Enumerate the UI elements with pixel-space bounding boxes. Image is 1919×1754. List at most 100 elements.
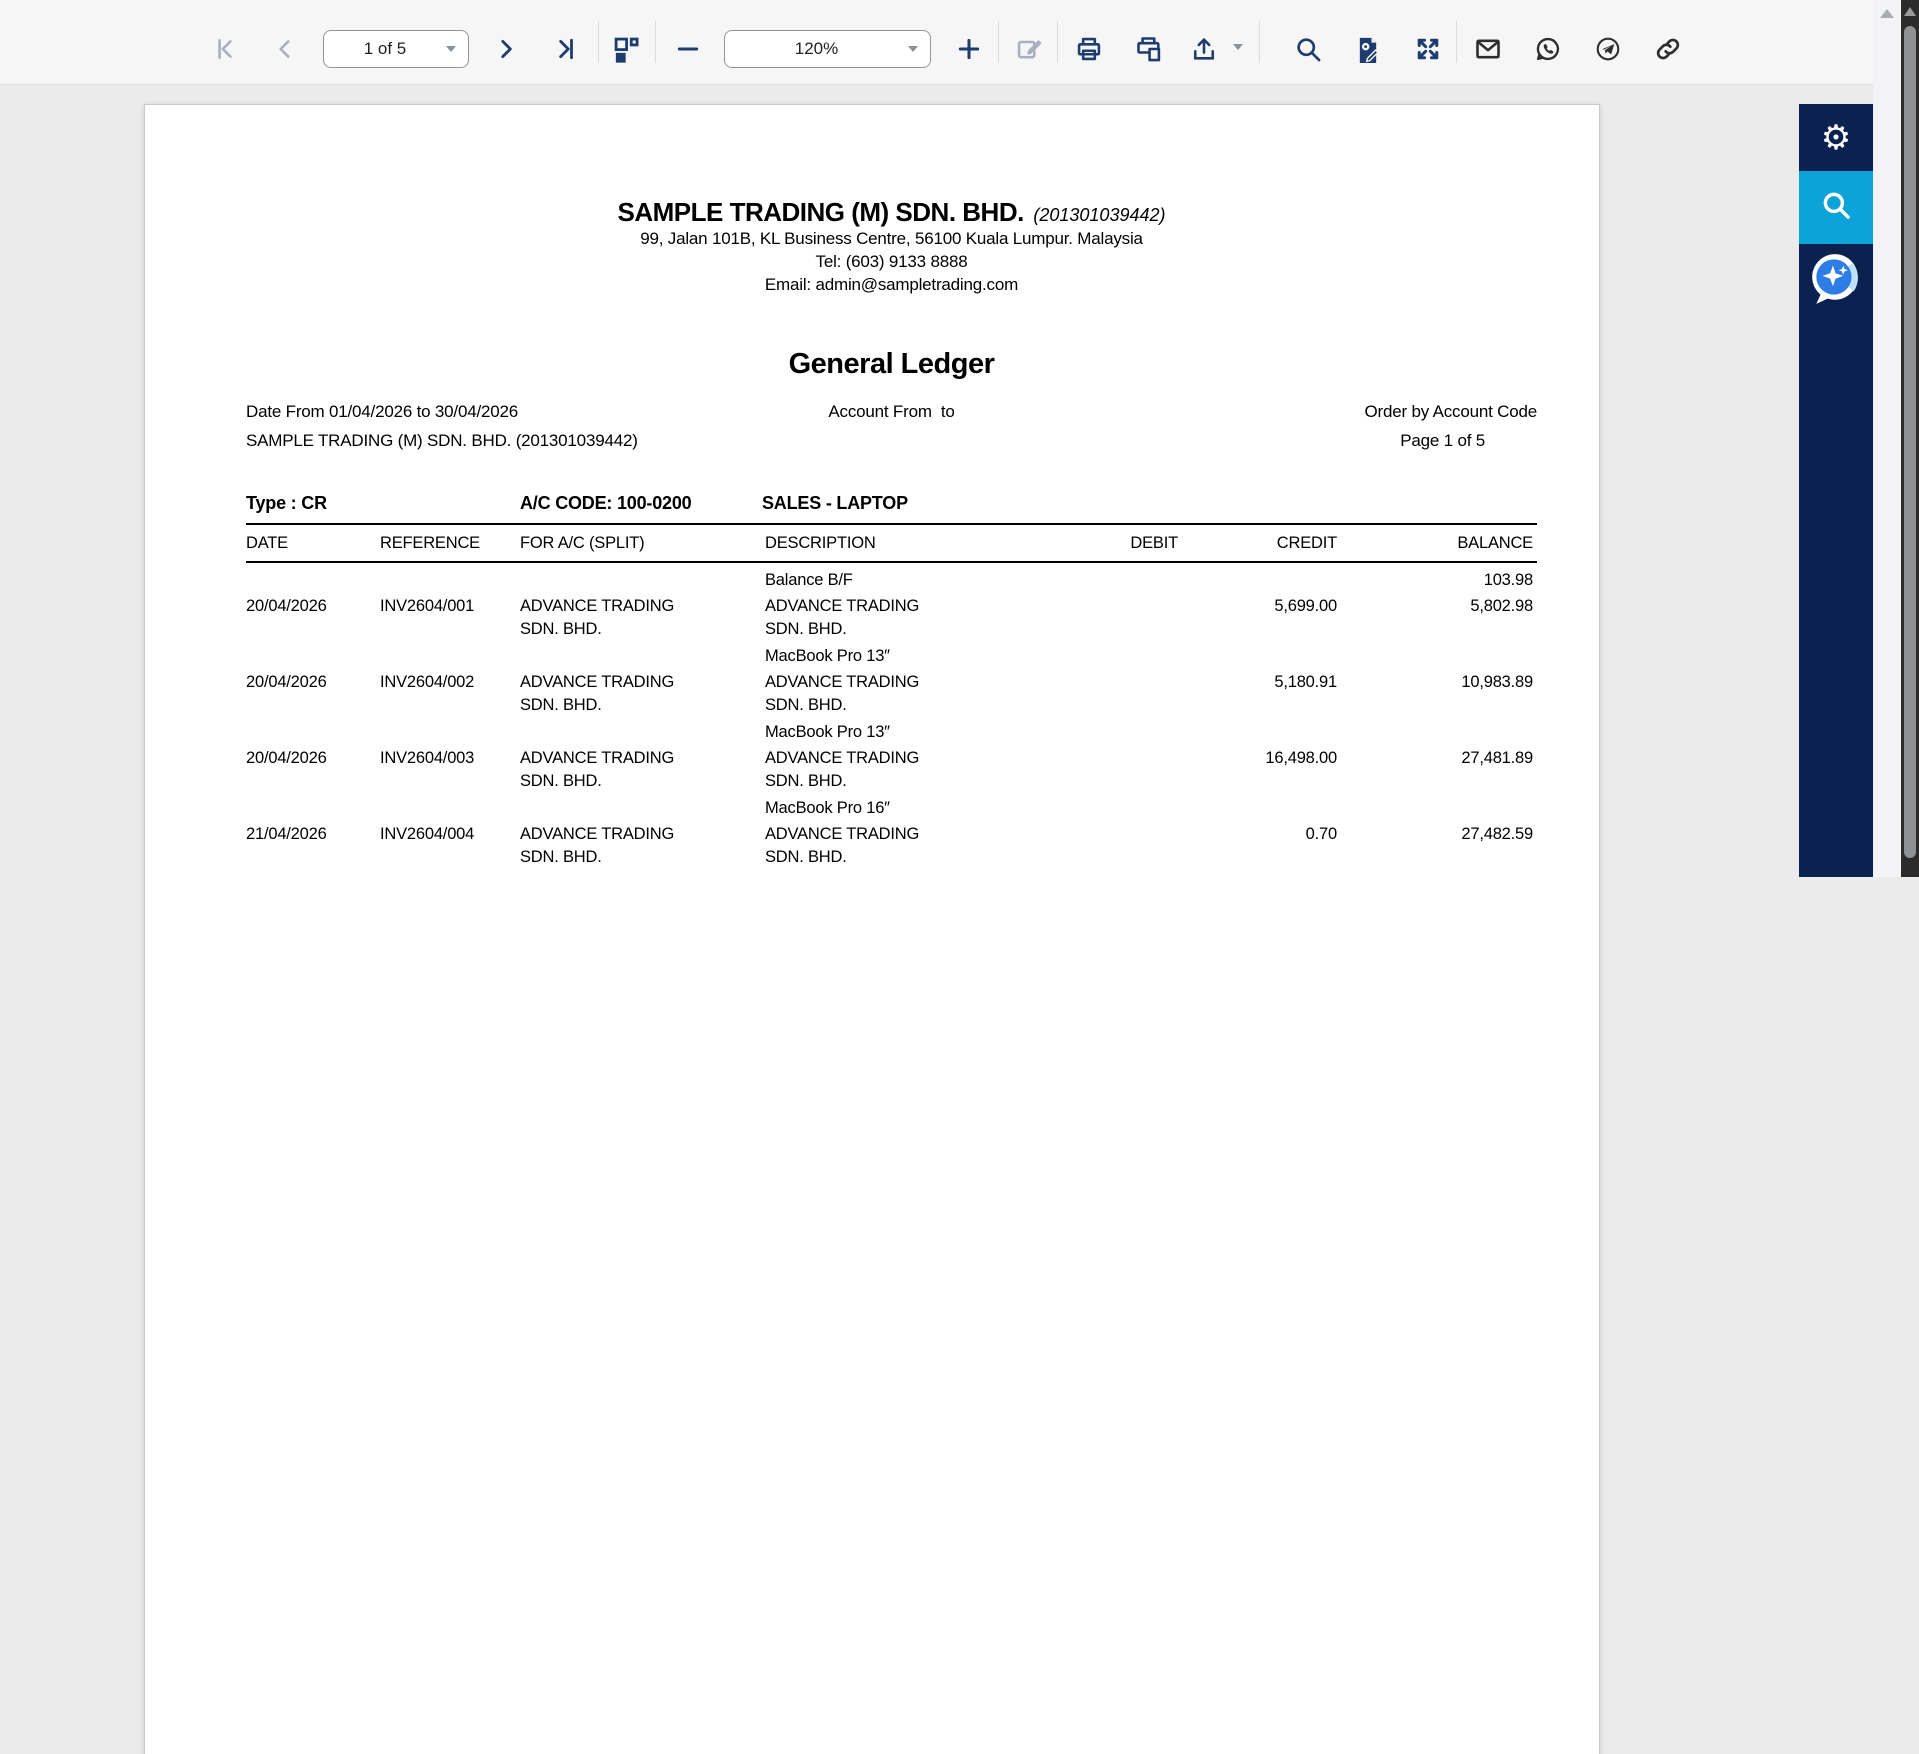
copy-link-button[interactable] bbox=[1649, 30, 1687, 68]
chevron-down-icon bbox=[446, 46, 456, 52]
toolbar-separator bbox=[598, 21, 599, 63]
page-number-value: 1 of 5 bbox=[363, 39, 407, 58]
minus-icon bbox=[675, 36, 701, 62]
cell-item: MacBook Pro 13″ bbox=[765, 723, 890, 741]
next-page-button[interactable] bbox=[487, 30, 525, 68]
print-button[interactable] bbox=[1070, 30, 1108, 68]
cell-item: MacBook Pro 16″ bbox=[765, 799, 890, 817]
search-button[interactable] bbox=[1289, 30, 1327, 68]
report-page-info: Page 1 of 5 bbox=[1400, 431, 1485, 450]
account-section-header: Type : CR A/C CODE: 100-0200 SALES - LAP… bbox=[246, 493, 1537, 514]
company-name: SAMPLE TRADING (M) SDN. BHD. bbox=[617, 197, 1025, 227]
toolbar-separator bbox=[998, 21, 999, 63]
chevron-down-icon bbox=[908, 46, 918, 52]
sidebar-search-button[interactable] bbox=[1799, 171, 1873, 244]
company-header: SAMPLE TRADING (M) SDN. BHD. (2013010394… bbox=[246, 199, 1537, 227]
account-type: Type : CR bbox=[246, 493, 327, 513]
scroll-up-arrow[interactable] bbox=[1880, 9, 1894, 18]
cell-split: ADVANCE TRADING SDN. BHD. bbox=[520, 673, 675, 714]
fullscreen-button[interactable] bbox=[1409, 30, 1447, 68]
column-header-split: FOR A/C (SPLIT) bbox=[520, 534, 645, 552]
cell-balance: 5,802.98 bbox=[1470, 597, 1533, 615]
report-date-range: Date From 01/04/2026 to 30/04/2026 bbox=[246, 402, 519, 421]
ai-chat-sparkle-icon bbox=[1807, 250, 1865, 313]
sidebar-ai-assistant-button[interactable] bbox=[1799, 244, 1873, 318]
cell-balance: 10,983.89 bbox=[1461, 673, 1533, 691]
report-account-range: Account From to bbox=[828, 402, 955, 421]
last-page-button[interactable] bbox=[546, 30, 584, 68]
chevron-right-icon bbox=[493, 36, 519, 62]
report-company-line: SAMPLE TRADING (M) SDN. BHD. (2013010394… bbox=[246, 431, 638, 450]
cell-item: MacBook Pro 13″ bbox=[765, 647, 890, 665]
column-header-date: DATE bbox=[246, 534, 288, 552]
table-row: 20/04/2026 INV2604/001 ADVANCE TRADING SDN… bbox=[246, 595, 1537, 668]
cell-split: ADVANCE TRADING SDN. BHD. bbox=[520, 597, 675, 638]
cell-credit: 0.70 bbox=[1305, 825, 1338, 843]
report-meta: Date From 01/04/2026 to 30/04/2026 SAMPL… bbox=[246, 397, 1537, 455]
document-sign-icon bbox=[1354, 35, 1382, 63]
cell-description: Balance B/F bbox=[765, 571, 853, 589]
print-current-page-button[interactable] bbox=[1130, 30, 1168, 68]
toolbar-separator bbox=[655, 21, 656, 63]
cell-balance: 103.98 bbox=[1483, 571, 1533, 589]
mail-icon bbox=[1474, 35, 1502, 63]
toolbar-separator bbox=[1057, 21, 1058, 63]
document-scrollbar[interactable] bbox=[1873, 0, 1901, 877]
telegram-icon bbox=[1594, 35, 1622, 63]
cell-date: 20/04/2026 bbox=[246, 673, 327, 691]
scrollbar-thumb[interactable] bbox=[1904, 26, 1916, 858]
cell-reference: INV2604/002 bbox=[380, 673, 475, 691]
table-row: Balance B/F 103.98 bbox=[246, 569, 1537, 592]
company-address: 99, Jalan 101B, KL Business Centre, 5610… bbox=[640, 229, 1143, 248]
telegram-share-button[interactable] bbox=[1589, 30, 1627, 68]
sidebar-settings-button[interactable]: ⚙ bbox=[1799, 104, 1873, 171]
right-sidebar: ⚙ bbox=[1799, 104, 1873, 877]
column-header-credit: CREDIT bbox=[1276, 534, 1337, 552]
zoom-level-select[interactable]: 120% bbox=[724, 30, 931, 68]
cell-description: ADVANCE TRADING SDN. BHD. MacBook Pro 13″ bbox=[765, 671, 1010, 744]
export-button[interactable] bbox=[1185, 30, 1223, 68]
previous-page-button[interactable] bbox=[266, 30, 304, 68]
scroll-up-arrow[interactable] bbox=[1904, 7, 1916, 16]
zoom-in-button[interactable] bbox=[950, 30, 988, 68]
page-number-select[interactable]: 1 of 5 bbox=[323, 30, 469, 68]
zoom-level-value: 120% bbox=[794, 39, 839, 58]
cell-split: ADVANCE TRADING SDN. BHD. bbox=[520, 749, 675, 790]
toolbar-separator bbox=[1259, 21, 1260, 63]
first-page-button[interactable] bbox=[206, 30, 244, 68]
email-share-button[interactable] bbox=[1469, 30, 1507, 68]
whatsapp-share-button[interactable] bbox=[1529, 30, 1567, 68]
gear-icon: ⚙ bbox=[1820, 118, 1852, 157]
column-header-balance: BALANCE bbox=[1457, 534, 1533, 552]
table-row: 21/04/2026 INV2604/004 ADVANCE TRADING SDN… bbox=[246, 823, 1537, 869]
company-email: Email: admin@sampletrading.com bbox=[764, 275, 1019, 294]
chevron-left-icon bbox=[272, 36, 298, 62]
whatsapp-icon bbox=[1534, 35, 1562, 63]
table-header-rule bbox=[246, 561, 1537, 563]
cell-credit: 5,180.91 bbox=[1274, 673, 1337, 691]
window-scrollbar[interactable] bbox=[1901, 0, 1919, 877]
printer-page-icon bbox=[1135, 35, 1163, 63]
cell-credit: 16,498.00 bbox=[1265, 749, 1337, 767]
column-header-description: DESCRIPTION bbox=[765, 534, 876, 552]
cell-date: 21/04/2026 bbox=[246, 825, 327, 843]
last-page-icon bbox=[552, 36, 578, 62]
cell-reference: INV2604/004 bbox=[380, 825, 475, 843]
report-page: SAMPLE TRADING (M) SDN. BHD. (2013010394… bbox=[144, 104, 1600, 1754]
cell-date: 20/04/2026 bbox=[246, 597, 327, 615]
link-icon bbox=[1654, 35, 1682, 63]
cell-balance: 27,481.89 bbox=[1461, 749, 1533, 767]
document-sign-button[interactable] bbox=[1349, 30, 1387, 68]
cell-description: ADVANCE TRADING SDN. BHD. MacBook Pro 13″ bbox=[765, 595, 1010, 668]
account-name: SALES - LAPTOP bbox=[762, 493, 908, 513]
cell-reference: INV2604/003 bbox=[380, 749, 475, 767]
report-order-by: Order by Account Code bbox=[1364, 402, 1537, 421]
page-layout-button[interactable] bbox=[607, 30, 645, 68]
edit-pencil-icon bbox=[1015, 35, 1043, 63]
annotate-button[interactable] bbox=[1010, 30, 1048, 68]
company-tel: Tel: (603) 9133 8888 bbox=[815, 252, 968, 271]
export-menu-caret[interactable] bbox=[1233, 44, 1243, 50]
zoom-out-button[interactable] bbox=[669, 30, 707, 68]
table-row: 20/04/2026 INV2604/003 ADVANCE TRADING SDN… bbox=[246, 747, 1537, 820]
cell-description: ADVANCE TRADING SDN. BHD. bbox=[765, 825, 920, 866]
